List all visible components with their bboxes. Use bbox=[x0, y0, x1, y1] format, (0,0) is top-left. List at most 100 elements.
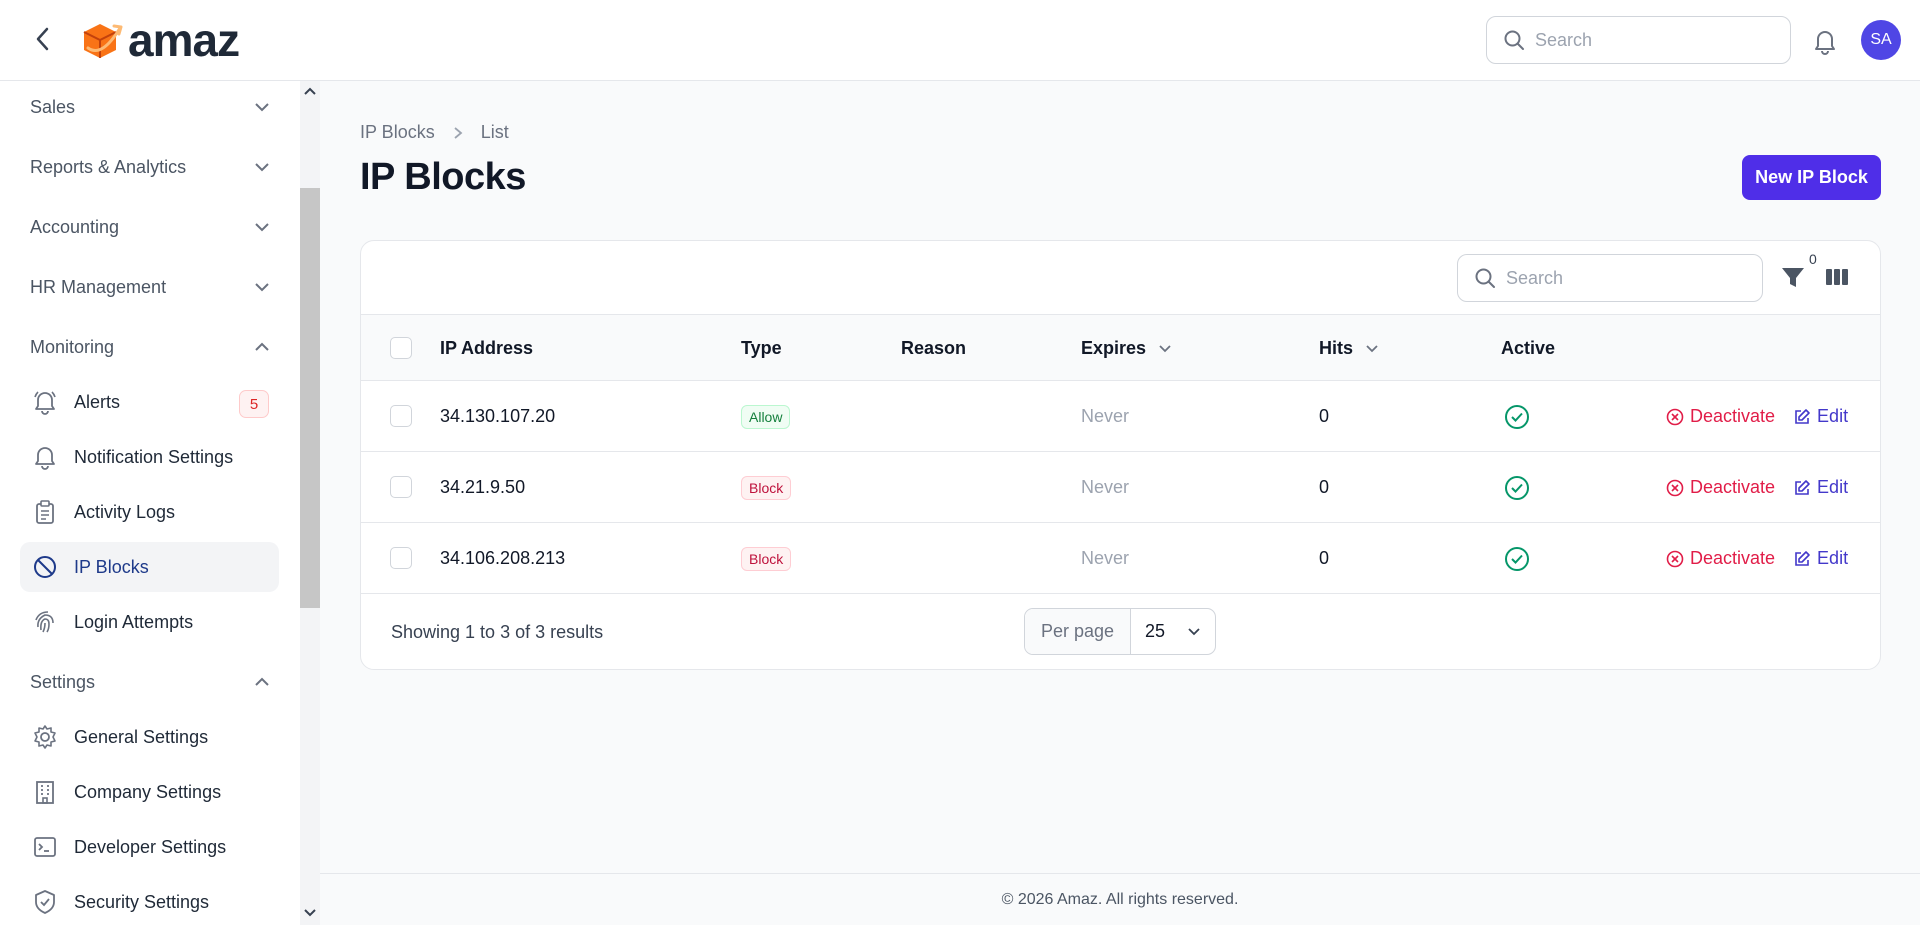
brand-logo[interactable]: amaz bbox=[78, 17, 240, 63]
sidebar-group-label: Monitoring bbox=[30, 336, 115, 357]
sidebar-item-label: Developer Settings bbox=[74, 836, 227, 857]
edit-button[interactable]: Edit bbox=[1793, 477, 1848, 498]
gear-icon bbox=[30, 722, 60, 752]
sidebar-group-label: Reports & Analytics bbox=[30, 156, 187, 177]
column-header-type: Type bbox=[741, 337, 782, 358]
new-ip-block-button[interactable]: New IP Block bbox=[1742, 155, 1881, 200]
x-circle-icon bbox=[1666, 408, 1684, 425]
alerts-count-badge: 5 bbox=[239, 390, 269, 418]
chevron-down-icon bbox=[255, 103, 269, 112]
copyright-text: © 2026 Amaz. All rights reserved. bbox=[1001, 890, 1239, 908]
notifications-bell-icon[interactable] bbox=[1810, 26, 1840, 56]
table-search-input[interactable] bbox=[1506, 267, 1746, 289]
sidebar-item-general-settings[interactable]: General Settings bbox=[20, 712, 279, 762]
row-actions: Deactivate Edit bbox=[1666, 381, 1848, 452]
breadcrumb: IP Blocks List bbox=[360, 122, 509, 143]
hits-cell: 0 bbox=[1319, 548, 1330, 568]
search-icon bbox=[1475, 268, 1495, 288]
sidebar-item-label: IP Blocks bbox=[74, 556, 149, 577]
edit-label: Edit bbox=[1817, 477, 1849, 497]
top-bar: amaz SA bbox=[0, 0, 1920, 81]
user-avatar[interactable]: SA bbox=[1861, 20, 1901, 60]
sidebar-group-monitoring[interactable]: Monitoring bbox=[30, 327, 270, 367]
table-footer: Showing 1 to 3 of 3 results Per page 25 bbox=[361, 594, 1880, 669]
chevron-down-icon bbox=[1159, 344, 1171, 352]
deactivate-button[interactable]: Deactivate bbox=[1666, 406, 1775, 427]
global-search[interactable] bbox=[1486, 16, 1791, 64]
sidebar-group-label: HR Management bbox=[30, 276, 167, 297]
sidebar-group-reports[interactable]: Reports & Analytics bbox=[30, 147, 270, 187]
sidebar-group-settings[interactable]: Settings bbox=[30, 662, 270, 702]
column-header-label: Expires bbox=[1081, 337, 1147, 358]
sidebar-scrollbar-thumb[interactable] bbox=[300, 188, 320, 608]
row-checkbox[interactable] bbox=[390, 405, 412, 427]
shield-icon bbox=[30, 887, 60, 917]
deactivate-button[interactable]: Deactivate bbox=[1666, 548, 1775, 569]
breadcrumb-current: List bbox=[480, 122, 509, 142]
sidebar-item-login-attempts[interactable]: Login Attempts bbox=[20, 597, 279, 647]
check-circle-icon bbox=[1505, 546, 1529, 571]
hits-cell: 0 bbox=[1319, 477, 1330, 497]
row-checkbox[interactable] bbox=[390, 547, 412, 569]
sidebar-group-sales[interactable]: Sales bbox=[30, 87, 270, 127]
breadcrumb-parent-link[interactable]: IP Blocks bbox=[360, 122, 435, 143]
no-entry-icon bbox=[30, 552, 60, 582]
sidebar-item-ip-blocks[interactable]: IP Blocks bbox=[20, 542, 279, 592]
edit-icon bbox=[1795, 408, 1810, 424]
sidebar-item-alerts[interactable]: Alerts 5 bbox=[20, 377, 279, 427]
type-cell: Block bbox=[741, 523, 792, 594]
type-cell: Allow bbox=[741, 381, 791, 452]
per-page-select[interactable]: 25 bbox=[1131, 621, 1215, 642]
terminal-icon bbox=[30, 832, 60, 862]
columns-toggle-icon[interactable] bbox=[1823, 263, 1853, 293]
column-header-reason: Reason bbox=[901, 337, 967, 358]
type-badge-allow: Allow bbox=[741, 404, 791, 429]
back-arrow-icon[interactable] bbox=[30, 26, 56, 52]
scroll-up-arrow-icon[interactable] bbox=[300, 81, 320, 101]
ip-blocks-table-card: 0 IP Address Type Reason Expires Hits Ac… bbox=[360, 240, 1881, 670]
column-header-hits[interactable]: Hits bbox=[1319, 315, 1379, 381]
filter-funnel-icon[interactable] bbox=[1779, 263, 1809, 293]
scroll-down-arrow-icon[interactable] bbox=[300, 903, 320, 923]
sidebar: Sales Reports & Analytics Accounting HR … bbox=[0, 81, 300, 925]
chevron-down-icon bbox=[255, 283, 269, 292]
sidebar-item-label: Notification Settings bbox=[74, 446, 234, 467]
sidebar-group-accounting[interactable]: Accounting bbox=[30, 207, 270, 247]
column-header-expires[interactable]: Expires bbox=[1081, 315, 1172, 381]
chevron-right-icon bbox=[454, 126, 463, 139]
filter-count-badge: 0 bbox=[1809, 251, 1817, 267]
expires-cell: Never bbox=[1081, 477, 1130, 497]
chevron-down-icon bbox=[1366, 344, 1378, 352]
edit-icon bbox=[1795, 550, 1810, 566]
table-row: 34.106.208.213 Block Never 0 Deactivate … bbox=[361, 523, 1880, 594]
sidebar-item-company-settings[interactable]: Company Settings bbox=[20, 767, 279, 817]
sidebar-item-developer-settings[interactable]: Developer Settings bbox=[20, 822, 279, 872]
expires-cell: Never bbox=[1081, 548, 1130, 568]
edit-label: Edit bbox=[1817, 548, 1849, 568]
table-row: 34.130.107.20 Allow Never 0 Deactivate E… bbox=[361, 381, 1880, 452]
sidebar-item-notification-settings[interactable]: Notification Settings bbox=[20, 432, 279, 482]
deactivate-label: Deactivate bbox=[1690, 406, 1776, 426]
sidebar-item-activity-logs[interactable]: Activity Logs bbox=[20, 487, 279, 537]
sidebar-item-security-settings[interactable]: Security Settings bbox=[20, 877, 279, 925]
sidebar-group-hr[interactable]: HR Management bbox=[30, 267, 270, 307]
row-actions: Deactivate Edit bbox=[1666, 452, 1848, 523]
active-cell bbox=[1503, 452, 1531, 523]
row-checkbox[interactable] bbox=[390, 476, 412, 498]
sidebar-group-label: Settings bbox=[30, 671, 96, 692]
edit-button[interactable]: Edit bbox=[1793, 548, 1848, 569]
table-search[interactable] bbox=[1457, 254, 1763, 302]
check-circle-icon bbox=[1505, 404, 1529, 429]
check-circle-icon bbox=[1505, 475, 1529, 500]
column-header-active: Active bbox=[1501, 337, 1556, 358]
sidebar-item-label: Security Settings bbox=[74, 891, 210, 912]
table-row: 34.21.9.50 Block Never 0 Deactivate Edit bbox=[361, 452, 1880, 523]
global-search-input[interactable] bbox=[1535, 29, 1775, 51]
chevron-down-icon bbox=[255, 223, 269, 232]
ip-address-cell: 34.106.208.213 bbox=[440, 548, 566, 568]
edit-button[interactable]: Edit bbox=[1793, 406, 1848, 427]
deactivate-button[interactable]: Deactivate bbox=[1666, 477, 1775, 498]
results-summary: Showing 1 to 3 of 3 results bbox=[391, 622, 604, 642]
type-badge-block: Block bbox=[741, 475, 792, 500]
select-all-checkbox[interactable] bbox=[390, 337, 412, 359]
